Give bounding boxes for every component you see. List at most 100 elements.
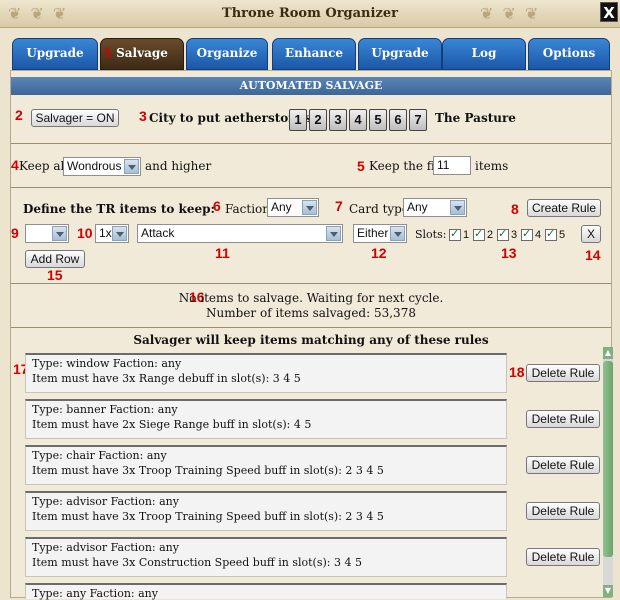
tab-bar: Upgrade Salvage Organize Enhance Stats U… [10, 38, 612, 88]
callout-2: 2 [15, 107, 23, 123]
rule-condition: Item must have 3x Construction Speed buf… [32, 556, 362, 569]
tab-organize[interactable]: Organize [186, 38, 268, 70]
rule-type: Type: banner Faction: any [32, 403, 178, 416]
callout-11: 11 [215, 245, 230, 261]
chevron-down-icon [326, 226, 341, 241]
chevron-down-icon [302, 200, 317, 215]
callout-14: 14 [585, 247, 601, 263]
rule-condition: Item must have 2x Siege Range buff in sl… [32, 418, 312, 431]
rule-type: Type: advisor Faction: any [32, 541, 179, 554]
scroll-down-icon[interactable]: ▼ [603, 585, 613, 597]
keep-first-input[interactable]: 11 [433, 156, 471, 175]
slot-1-checkbox[interactable] [449, 227, 461, 241]
rule-type: Type: advisor Faction: any [32, 495, 179, 508]
status-message: No items to salvage. Waiting for next cy… [178, 291, 444, 305]
callout-6: 6 [213, 198, 221, 214]
callout-12: 12 [371, 245, 387, 261]
slots-label: Slots: [415, 228, 447, 241]
faction-value: Any [271, 200, 292, 214]
callout-5: 5 [357, 158, 365, 174]
rule-item: Type: window Faction: any Item must have… [25, 353, 507, 393]
and-higher-label: and higher [145, 159, 212, 173]
rule-item: Type: any Faction: any [25, 583, 507, 600]
city-name: The Pasture [435, 111, 516, 125]
callout-7: 7 [335, 198, 343, 214]
item-type-select[interactable] [25, 224, 69, 243]
chevron-down-icon [390, 226, 405, 241]
rule-item: Type: advisor Faction: any Item must hav… [25, 491, 507, 531]
rules-heading: Salvager will keep items matching any of… [133, 333, 489, 347]
rule-item: Type: advisor Faction: any Item must hav… [25, 537, 507, 577]
slot-2-label: 2 [487, 229, 494, 241]
items-label: items [475, 159, 509, 173]
slot-2-checkbox[interactable] [473, 227, 485, 241]
callout-10: 10 [77, 225, 93, 241]
salvage-panel: AUTOMATED SALVAGE 2 Salvager = ON 3 City… [10, 70, 613, 600]
keep-all-value: Wondrous [67, 159, 122, 173]
tab-upgrade-stats[interactable]: Upgrade Stats [358, 38, 442, 88]
callout-15: 15 [47, 267, 63, 283]
define-label: Define the TR items to keep: [23, 202, 215, 216]
city-button-1[interactable]: 1 [289, 109, 307, 131]
slot-1-label: 1 [463, 229, 470, 241]
rule-item: Type: chair Faction: any Item must have … [25, 445, 507, 485]
callout-18: 18 [509, 364, 525, 380]
buff-direction-value: Either [357, 226, 389, 240]
multiplier-value: 1x [99, 226, 112, 240]
tab-options[interactable]: Options [528, 38, 610, 70]
divider [11, 283, 611, 284]
city-button-4[interactable]: 4 [349, 109, 367, 131]
salvager-toggle-button[interactable]: Salvager = ON [31, 109, 119, 127]
city-button-3[interactable]: 3 [329, 109, 347, 131]
delete-rule-button[interactable]: Delete Rule [526, 548, 600, 566]
rule-item: Type: banner Faction: any Item must have… [25, 399, 507, 439]
rule-condition: Item must have 3x Troop Training Speed b… [32, 510, 384, 523]
callout-1: 1 [104, 44, 112, 60]
rules-scrollbar[interactable]: ▲ ▼ [603, 347, 613, 597]
rule-type: Type: window Faction: any [32, 357, 182, 370]
slot-3-checkbox[interactable] [497, 227, 509, 241]
tab-log[interactable]: Log [442, 38, 526, 70]
callout-13: 13 [501, 245, 517, 261]
divider [11, 327, 611, 328]
scroll-up-icon[interactable]: ▲ [603, 347, 613, 359]
card-type-value: Any [407, 200, 428, 214]
city-button-6[interactable]: 6 [389, 109, 407, 131]
buff-select[interactable]: Attack [137, 224, 343, 243]
tab-upgrade[interactable]: Upgrade [12, 38, 98, 70]
divider [11, 143, 611, 144]
chevron-down-icon [112, 226, 127, 241]
slot-4-checkbox[interactable] [521, 227, 533, 241]
city-button-2[interactable]: 2 [309, 109, 327, 131]
chevron-down-icon [124, 159, 139, 174]
delete-rule-button[interactable]: Delete Rule [526, 364, 600, 382]
rule-type: Type: chair Faction: any [32, 449, 167, 462]
slot-3-label: 3 [511, 229, 518, 241]
city-button-5[interactable]: 5 [369, 109, 387, 131]
rule-condition: Item must have 3x Range debuff in slot(s… [32, 372, 301, 385]
multiplier-select[interactable]: 1x [95, 224, 129, 243]
slot-5-checkbox[interactable] [545, 227, 557, 241]
buff-direction-select[interactable]: Either [353, 224, 407, 243]
salvaged-count: Number of items salvaged: 53,378 [206, 306, 416, 320]
delete-rule-button[interactable]: Delete Rule [526, 456, 600, 474]
close-button[interactable]: X [600, 2, 618, 22]
keep-all-select[interactable]: Wondrous [63, 157, 141, 176]
tab-salvage[interactable]: Salvage [100, 38, 184, 70]
scrollbar-thumb[interactable] [603, 361, 613, 557]
card-type-select[interactable]: Any [403, 198, 467, 217]
remove-row-button[interactable]: X [581, 225, 601, 243]
city-button-7[interactable]: 7 [409, 109, 427, 131]
callout-9: 9 [11, 225, 19, 241]
slot-4-label: 4 [535, 229, 542, 241]
create-rule-button[interactable]: Create Rule [527, 199, 601, 217]
add-row-button[interactable]: Add Row [25, 250, 85, 268]
rule-type: Type: any Faction: any [32, 587, 158, 600]
delete-rule-button[interactable]: Delete Rule [526, 410, 600, 428]
tab-enhance-stats[interactable]: Enhance Stats [272, 38, 356, 88]
callout-4: 4 [11, 157, 19, 173]
title-bar: ❦ ❦ ❦ Throne Room Organizer ❦ ❦ ❦ X [0, 0, 620, 28]
slot-5-label: 5 [559, 229, 566, 241]
delete-rule-button[interactable]: Delete Rule [526, 502, 600, 520]
faction-select[interactable]: Any [267, 198, 319, 217]
